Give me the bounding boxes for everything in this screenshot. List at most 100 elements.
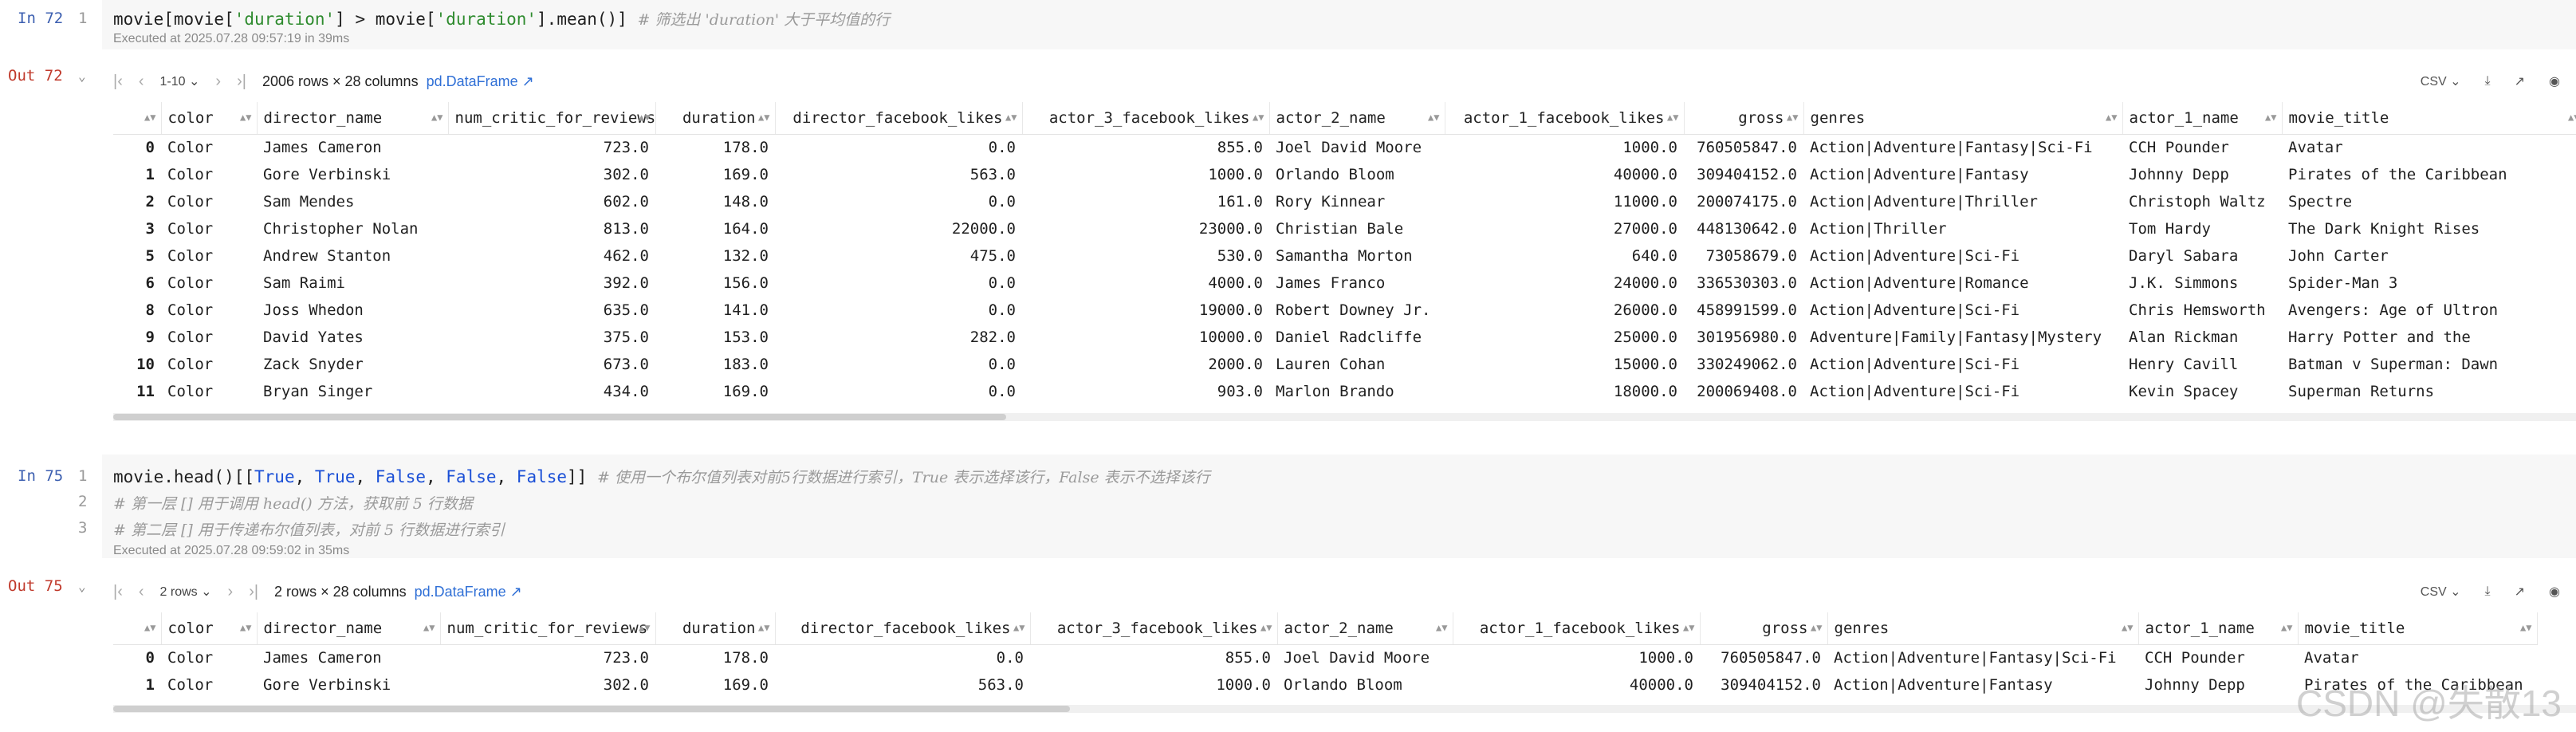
column-header-director_facebook_likes[interactable]: director_facebook_likes ▲▼ [775, 612, 1031, 645]
row-index: 1 [145, 676, 155, 694]
table-row[interactable]: 1 Color Gore Verbinski 302.0 169.0 563.0 1000.… [113, 671, 2537, 699]
sort-icon[interactable]: ▲▼ [1005, 112, 1017, 123]
sort-icon[interactable]: ▲▼ [1811, 622, 1822, 633]
table-row[interactable]: 0 Color James Cameron 723.0 178.0 0.0 855.0 Joe… [113, 644, 2537, 671]
sort-icon[interactable]: ▲▼ [2265, 112, 2276, 123]
sort-icon[interactable]: ▲▼ [639, 622, 650, 633]
prev-page-icon[interactable]: ‹ [139, 583, 144, 601]
page-range-select[interactable]: 2 rows ⌄ [160, 584, 212, 600]
column-header-actor_3_facebook_likes[interactable]: actor_3_facebook_likes ▲▼ [1022, 102, 1270, 135]
eye-icon[interactable]: ◉ [2549, 584, 2560, 600]
sort-icon[interactable]: ▲▼ [758, 112, 769, 123]
last-page-icon[interactable]: ›| [237, 73, 246, 91]
sort-icon[interactable]: ▲▼ [144, 622, 155, 633]
cell-2-horizontal-scrollbar[interactable] [113, 705, 2576, 713]
dataframe-type-link[interactable]: pd.DataFrame ↗ [415, 584, 522, 600]
sort-icon[interactable]: ▲▼ [639, 112, 650, 123]
column-header-actor_3_facebook_likes[interactable]: actor_3_facebook_likes ▲▼ [1030, 612, 1278, 645]
column-header-color[interactable]: color ▲▼ [161, 612, 258, 645]
sort-icon[interactable]: ▲▼ [2568, 112, 2576, 123]
first-page-icon[interactable]: |‹ [113, 583, 123, 601]
cell-2-code-line-1[interactable]: movie.head()[[True, True, False, False, … [113, 466, 1210, 487]
sort-icon[interactable]: ▲▼ [1013, 622, 1025, 633]
first-page-icon[interactable]: |‹ [113, 73, 123, 91]
column-header-movie_title[interactable]: movie_title▲▼ [2282, 102, 2576, 135]
column-header-color[interactable]: color ▲▼ [161, 102, 258, 135]
table-row[interactable]: 2 Color Sam Mendes 602.0 148.0 0.0 161.0 Rory K… [113, 188, 2576, 215]
sort-icon[interactable]: ▲▼ [1253, 112, 1264, 123]
next-page-icon[interactable]: › [228, 583, 234, 601]
table-cell: 458991599.0 [1697, 301, 1797, 319]
collapse-output-chevron-icon[interactable]: ⌄ [78, 579, 86, 594]
column-header-director_name[interactable]: director_name ▲▼ [257, 612, 441, 645]
column-header-duration[interactable]: duration ▲▼ [655, 102, 776, 135]
sort-icon[interactable]: ▲▼ [1436, 622, 1447, 633]
column-header-actor_1_facebook_likes[interactable]: actor_1_facebook_likes ▲▼ [1453, 612, 1701, 645]
sort-icon[interactable]: ▲▼ [1260, 622, 1272, 633]
table-row[interactable]: 8 Color Joss Whedon 635.0 141.0 0.0 19000.0 Rob… [113, 297, 2576, 324]
column-header-duration[interactable]: duration ▲▼ [655, 612, 776, 645]
sort-icon[interactable]: ▲▼ [1667, 112, 1678, 123]
scrollbar-thumb[interactable] [113, 414, 1006, 420]
csv-format-select[interactable]: CSV ⌄ [2421, 73, 2461, 89]
sort-icon[interactable]: ▲▼ [758, 622, 769, 633]
row-index: 3 [145, 220, 155, 238]
download-icon[interactable]: ⤓ [2485, 74, 2491, 89]
table-row[interactable]: 3 Color Christopher Nolan 813.0 164.0 22000.0… [113, 215, 2576, 242]
table-row[interactable]: 1 Color Gore Verbinski 302.0 169.0 563.0 1000.… [113, 161, 2576, 188]
dataframe-type-link[interactable]: pd.DataFrame ↗ [427, 73, 534, 90]
sort-icon[interactable]: ▲▼ [423, 622, 435, 633]
table-row[interactable]: 9 Color David Yates 375.0 153.0 282.0 10000.0 D… [113, 324, 2576, 351]
sort-icon[interactable]: ▲▼ [1428, 112, 1439, 123]
sort-icon[interactable]: ▲▼ [2520, 622, 2531, 633]
last-page-icon[interactable]: ›| [249, 583, 258, 601]
column-header-actor_1_name[interactable]: actor_1_name ▲▼ [2122, 102, 2283, 135]
column-header-num_critic_for_reviews[interactable]: num_critic_for_reviews ▲▼ [448, 102, 656, 135]
sort-icon[interactable]: ▲▼ [1683, 622, 1694, 633]
column-header-gross[interactable]: gross ▲▼ [1700, 612, 1828, 645]
column-header-genres[interactable]: genres ▲▼ [1803, 102, 2123, 135]
download-icon[interactable]: ⤓ [2485, 584, 2491, 599]
column-header-genres[interactable]: genres ▲▼ [1827, 612, 2139, 645]
column-header-actor_1_name[interactable]: actor_1_name ▲▼ [2138, 612, 2299, 645]
cell-1-code-line-1[interactable]: movie[movie['duration'] > movie['duratio… [113, 8, 890, 30]
cell-2-code-line-3[interactable]: # 第二层 [] 用于传递布尔值列表，对前 5 行数据进行索引 [113, 518, 505, 540]
sort-icon[interactable]: ▲▼ [1787, 112, 1798, 123]
table-row[interactable]: 5 Color Andrew Stanton 462.0 132.0 475.0 530.0… [113, 242, 2576, 270]
column-header-num_critic_for_reviews[interactable]: num_critic_for_reviews ▲▼ [440, 612, 656, 645]
table-row[interactable]: 6 Color Sam Raimi 392.0 156.0 0.0 4000.0 James … [113, 270, 2576, 297]
column-header-actor_1_facebook_likes[interactable]: actor_1_facebook_likes ▲▼ [1445, 102, 1685, 135]
open-in-tab-icon[interactable]: ↗ [2515, 73, 2525, 89]
table-row[interactable]: 0 Color James Cameron 723.0 178.0 0.0 855.0 Joe… [113, 134, 2576, 161]
table-cell: 1000.0 [1622, 139, 1677, 157]
table-row[interactable]: 10 Color Zack Snyder 673.0 183.0 0.0 2000.0 Lau… [113, 351, 2576, 378]
eye-icon[interactable]: ◉ [2549, 73, 2560, 89]
page-range-select[interactable]: 1-10 ⌄ [160, 73, 200, 89]
sort-icon[interactable]: ▲▼ [144, 112, 155, 123]
column-header-gross[interactable]: gross ▲▼ [1684, 102, 1804, 135]
column-header-director_facebook_likes[interactable]: director_facebook_likes ▲▼ [775, 102, 1023, 135]
open-in-tab-icon[interactable]: ↗ [2515, 584, 2525, 600]
collapse-output-chevron-icon[interactable]: ⌄ [78, 69, 86, 84]
next-page-icon[interactable]: › [215, 73, 221, 91]
column-header-index[interactable]: ▲▼ [113, 612, 162, 645]
table-cell: Color [167, 356, 214, 373]
sort-icon[interactable]: ▲▼ [2281, 622, 2292, 633]
sort-icon[interactable]: ▲▼ [240, 622, 251, 633]
sort-icon[interactable]: ▲▼ [431, 112, 442, 123]
cell-1-horizontal-scrollbar[interactable] [113, 413, 2576, 421]
column-header-index[interactable]: ▲▼ [113, 102, 162, 135]
prev-page-icon[interactable]: ‹ [139, 73, 144, 91]
csv-format-select[interactable]: CSV ⌄ [2421, 584, 2461, 600]
table-cell: CCH Pounder [2145, 649, 2245, 667]
column-header-actor_2_name[interactable]: actor_2_name ▲▼ [1277, 612, 1453, 645]
column-header-director_name[interactable]: director_name ▲▼ [257, 102, 449, 135]
column-header-movie_title[interactable]: movie_title▲▼ [2298, 612, 2538, 645]
sort-icon[interactable]: ▲▼ [2122, 622, 2133, 633]
table-row[interactable]: 11 Color Bryan Singer 434.0 169.0 0.0 903.0 Mar… [113, 378, 2576, 405]
cell-2-code-line-2[interactable]: # 第一层 [] 用于调用 head() 方法，获取前 5 行数据 [113, 492, 473, 514]
column-header-actor_2_name[interactable]: actor_2_name ▲▼ [1269, 102, 1445, 135]
sort-icon[interactable]: ▲▼ [240, 112, 251, 123]
scrollbar-thumb[interactable] [113, 706, 1070, 712]
sort-icon[interactable]: ▲▼ [2106, 112, 2117, 123]
